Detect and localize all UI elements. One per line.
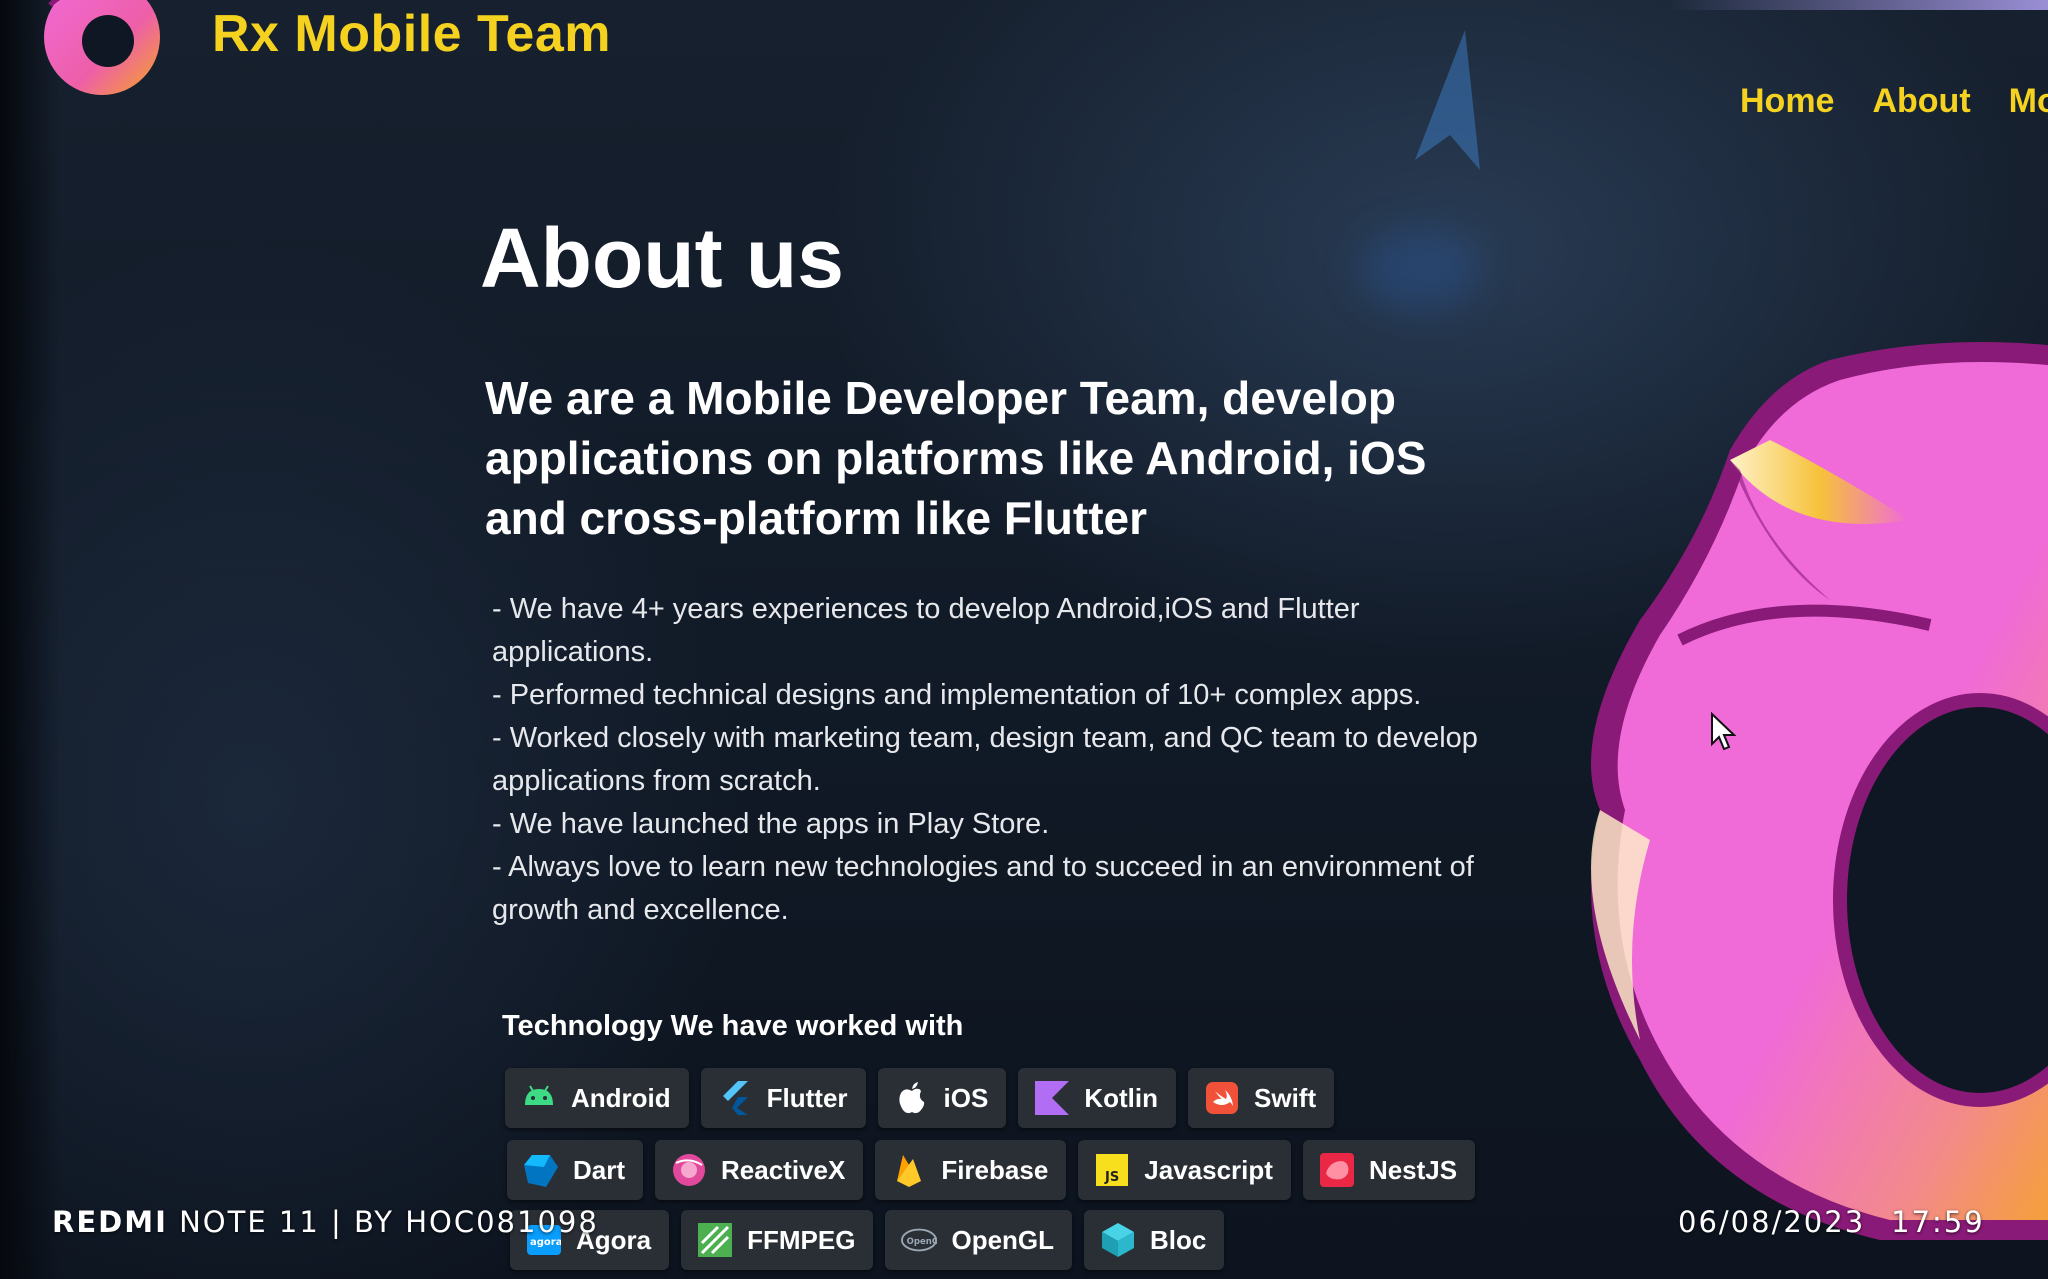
android-icon bbox=[521, 1080, 557, 1116]
technology-row: Android Flutter iOS Kotlin Swift bbox=[505, 1068, 1335, 1128]
brand-title[interactable]: Rx Mobile Team bbox=[212, 4, 611, 64]
top-color-strip bbox=[1668, 0, 2048, 10]
rx-logo-icon[interactable] bbox=[30, 0, 175, 105]
experience-item: - Always love to learn new technologies … bbox=[492, 851, 1474, 926]
ffmpeg-icon bbox=[697, 1222, 733, 1258]
tech-chip-label: Bloc bbox=[1150, 1224, 1207, 1255]
svg-text:JS: JS bbox=[1104, 1170, 1119, 1185]
dart-icon bbox=[523, 1152, 559, 1188]
tech-chip-label: iOS bbox=[943, 1082, 989, 1113]
tech-chip-javascript[interactable]: JS Javascript bbox=[1078, 1140, 1291, 1200]
tech-chip-swift[interactable]: Swift bbox=[1188, 1068, 1335, 1128]
experience-item: - Performed technical designs and implem… bbox=[492, 679, 1422, 711]
tech-chip-label: Javascript bbox=[1144, 1154, 1273, 1185]
main-nav: Home About Mo bbox=[1740, 82, 2048, 121]
tech-chip-label: Kotlin bbox=[1084, 1082, 1158, 1113]
tech-chip-label: Android bbox=[571, 1082, 671, 1113]
experience-list: - We have 4+ years experiences to develo… bbox=[492, 588, 1492, 932]
bloc-icon bbox=[1100, 1222, 1136, 1258]
javascript-icon: JS bbox=[1094, 1152, 1130, 1188]
team-headline: We are a Mobile Developer Team, develop … bbox=[485, 372, 1427, 544]
background-arrow-icon bbox=[1415, 30, 1480, 170]
firebase-icon bbox=[891, 1152, 927, 1188]
apple-icon bbox=[894, 1080, 930, 1116]
mouse-cursor-icon bbox=[1711, 712, 1736, 751]
tech-chip-flutter[interactable]: Flutter bbox=[700, 1068, 866, 1128]
tech-chip-label: OpenGL bbox=[951, 1224, 1055, 1255]
swift-icon bbox=[1204, 1080, 1240, 1116]
camera-watermark-timestamp: 06/08/2023 17:59 bbox=[1678, 1205, 1985, 1239]
tech-chip-opengl[interactable]: OpenGL OpenGL bbox=[885, 1210, 1073, 1270]
device-credit: NOTE 11 | BY HOC081098 bbox=[167, 1205, 599, 1239]
tech-chip-android[interactable]: Android bbox=[505, 1068, 689, 1128]
tech-chip-label: FFMPEG bbox=[747, 1224, 856, 1255]
opengl-icon: OpenGL bbox=[901, 1222, 938, 1258]
tech-chip-label: Dart bbox=[573, 1154, 626, 1185]
tech-chip-nestjs[interactable]: NestJS bbox=[1302, 1140, 1476, 1200]
svg-text:OpenGL: OpenGL bbox=[907, 1237, 937, 1247]
mascot-illustration bbox=[1591, 342, 2048, 1240]
device-brand: REDMI bbox=[52, 1205, 168, 1239]
photo-time: 17:59 bbox=[1891, 1205, 1985, 1239]
nav-about-link[interactable]: About bbox=[1872, 82, 1970, 121]
tech-chip-label: ReactiveX bbox=[721, 1154, 846, 1185]
tech-chip-label: Firebase bbox=[941, 1154, 1049, 1185]
tech-chip-bloc[interactable]: Bloc bbox=[1084, 1210, 1225, 1270]
camera-watermark-device: REDMI NOTE 11 | BY HOC081098 bbox=[52, 1205, 599, 1239]
kotlin-icon bbox=[1034, 1080, 1070, 1116]
photo-date: 06/08/2023 bbox=[1678, 1205, 1866, 1239]
experience-item: - Worked closely with marketing team, de… bbox=[492, 722, 1478, 797]
reactivex-icon bbox=[671, 1152, 707, 1188]
nestjs-icon bbox=[1319, 1152, 1355, 1188]
page-title: About us bbox=[480, 211, 844, 305]
screen: Rx Mobile Team Home About Mo About us We… bbox=[0, 0, 2048, 1279]
background-blur-shape bbox=[1360, 230, 1480, 310]
technology-row: Dart ReactiveX Firebase JS Javascript Ne… bbox=[507, 1140, 1476, 1200]
tech-chip-kotlin[interactable]: Kotlin bbox=[1018, 1068, 1176, 1128]
screen-edge-shadow bbox=[0, 0, 60, 1279]
tech-chip-label: NestJS bbox=[1368, 1154, 1458, 1185]
experience-item: - We have 4+ years experiences to develo… bbox=[492, 593, 1360, 668]
tech-chip-ios[interactable]: iOS bbox=[877, 1068, 1007, 1128]
experience-item: - We have launched the apps in Play Stor… bbox=[492, 808, 1050, 840]
tech-chip-firebase[interactable]: Firebase bbox=[875, 1140, 1067, 1200]
tech-chip-label: Swift bbox=[1254, 1082, 1317, 1113]
tech-chip-label: Flutter bbox=[766, 1082, 848, 1113]
technology-row: agora Agora FFMPEG OpenGL OpenGL Bloc bbox=[510, 1210, 1225, 1270]
tech-chip-reactivex[interactable]: ReactiveX bbox=[655, 1140, 864, 1200]
flutter-icon bbox=[717, 1080, 753, 1116]
nav-home-link[interactable]: Home bbox=[1740, 82, 1834, 121]
technology-heading: Technology We have worked with bbox=[502, 1010, 964, 1042]
tech-chip-dart[interactable]: Dart bbox=[507, 1140, 644, 1200]
nav-truncated-link[interactable]: Mo bbox=[2009, 82, 2048, 121]
tech-chip-ffmpeg[interactable]: FFMPEG bbox=[681, 1210, 874, 1270]
